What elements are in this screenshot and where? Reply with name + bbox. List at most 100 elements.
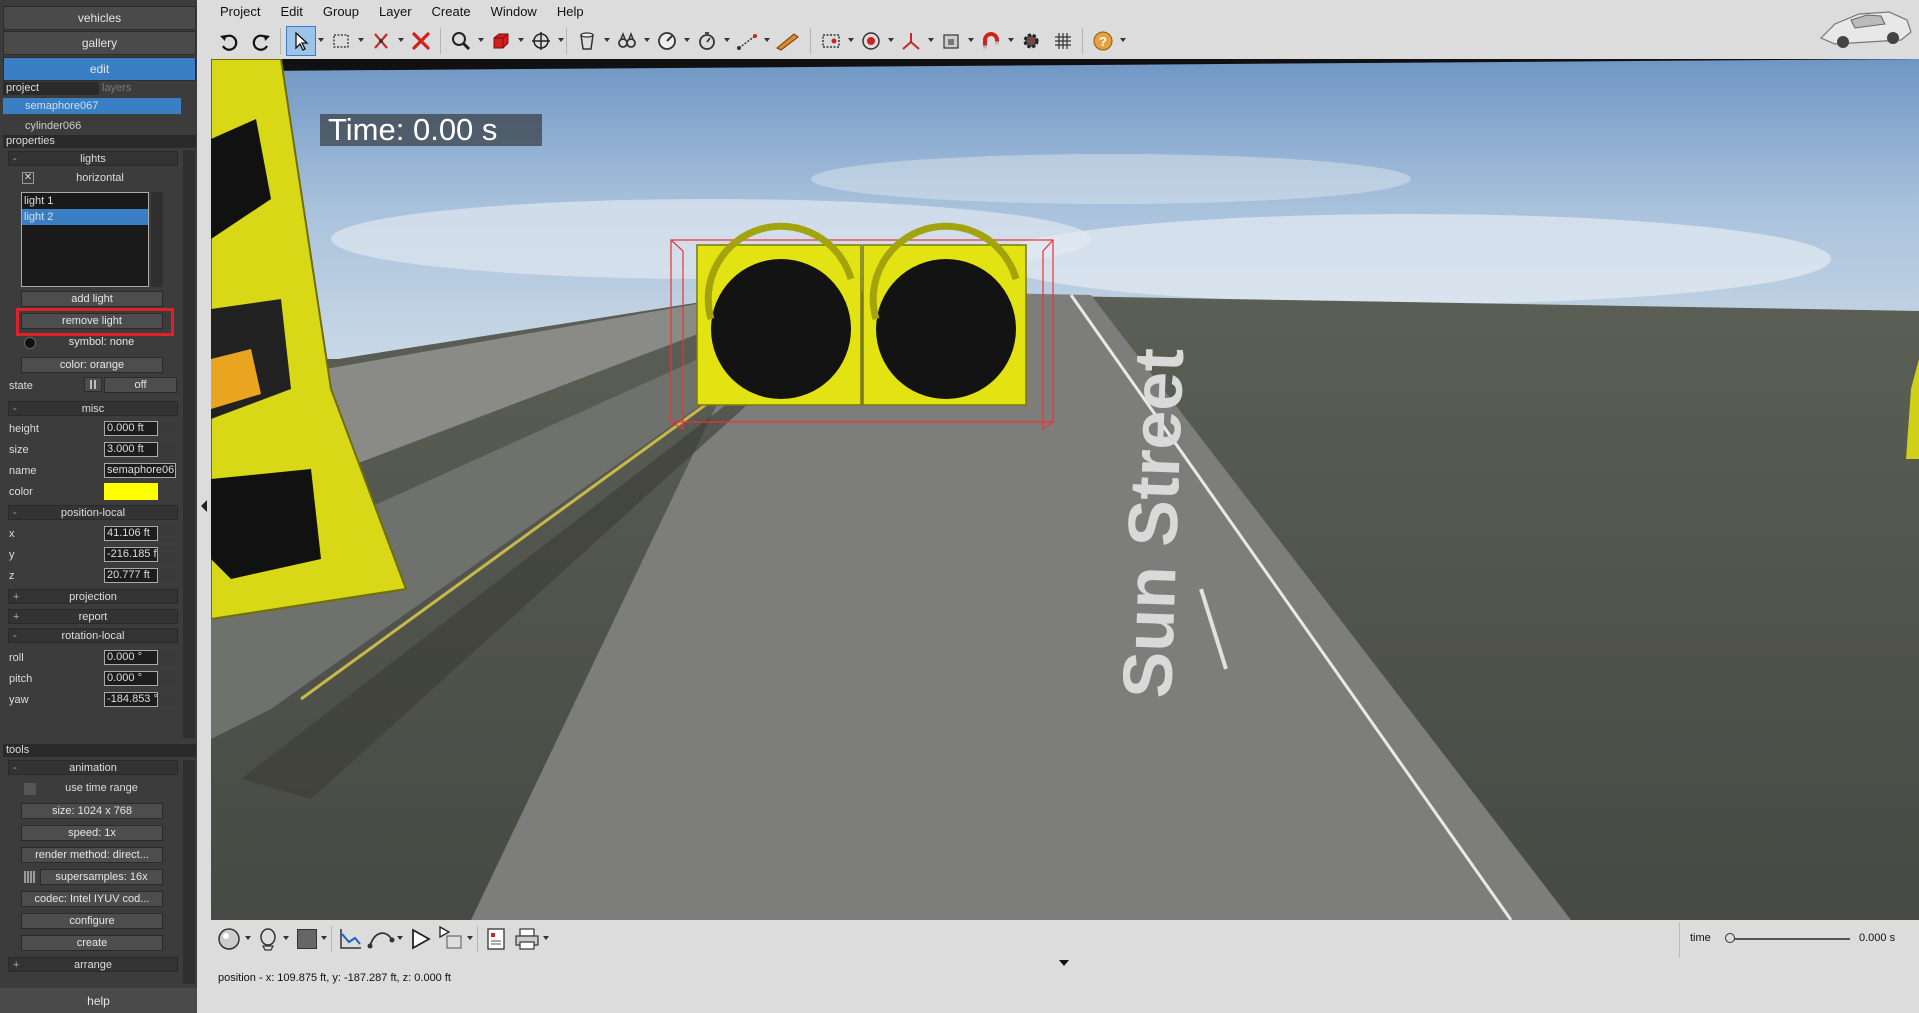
z-spinner[interactable]	[160, 568, 176, 583]
chevron-down-icon[interactable]	[518, 38, 524, 42]
chevron-down-icon[interactable]	[245, 936, 251, 940]
z-field[interactable]: 20.777 ft	[104, 568, 158, 583]
record-icon[interactable]	[437, 924, 465, 952]
menu-edit[interactable]: Edit	[270, 2, 312, 22]
height-spinner[interactable]	[160, 421, 176, 436]
time-slider-track[interactable]	[1730, 938, 1850, 940]
stopwatch-icon[interactable]	[692, 26, 722, 56]
symbol-button[interactable]: symbol: none	[40, 335, 163, 351]
y-spinner[interactable]	[160, 547, 176, 562]
target-icon[interactable]	[856, 26, 886, 56]
rotation-local-section[interactable]: - rotation-local	[8, 628, 178, 643]
chevron-down-icon[interactable]	[467, 936, 473, 940]
chevron-down-icon[interactable]	[283, 936, 289, 940]
list-item[interactable]: light 1	[22, 193, 148, 209]
expand-panel-icon[interactable]	[1059, 960, 1069, 966]
rectangle-select-icon[interactable]	[326, 26, 356, 56]
chevron-down-icon[interactable]	[764, 38, 770, 42]
codec-button[interactable]: codec: Intel IYUV cod...	[21, 891, 163, 907]
camera-icon[interactable]	[816, 26, 846, 56]
menu-create[interactable]: Create	[422, 2, 481, 22]
x-spinner[interactable]	[160, 526, 176, 541]
chevron-down-icon[interactable]	[478, 38, 484, 42]
tab-layers[interactable]: layers	[99, 82, 196, 95]
size-field[interactable]: 3.000 ft	[104, 442, 158, 457]
pencil-icon[interactable]	[772, 26, 802, 56]
state-value[interactable]: off	[104, 377, 177, 393]
chevron-down-icon[interactable]	[888, 38, 894, 42]
chevron-down-icon[interactable]	[968, 38, 974, 42]
move-icon[interactable]	[526, 26, 556, 56]
box-icon[interactable]	[486, 26, 516, 56]
chevron-down-icon[interactable]	[684, 38, 690, 42]
project-item-cylinder[interactable]: cylinder066	[3, 118, 181, 134]
menu-project[interactable]: Project	[210, 2, 270, 22]
menu-help[interactable]: Help	[547, 2, 594, 22]
use-time-range-checkbox[interactable]	[24, 783, 36, 795]
roll-spinner[interactable]	[160, 650, 176, 665]
chevron-down-icon[interactable]	[1120, 38, 1126, 42]
chevron-down-icon[interactable]	[318, 38, 324, 42]
symbol-radio[interactable]	[24, 337, 36, 349]
size-button[interactable]: size: 1024 x 768	[21, 803, 163, 819]
add-light-button[interactable]: add light	[21, 291, 163, 307]
chevron-down-icon[interactable]	[848, 38, 854, 42]
x-field[interactable]: 41.106 ft	[104, 526, 158, 541]
redo-icon[interactable]	[246, 26, 276, 56]
state-toggle[interactable]	[84, 377, 102, 392]
chevron-down-icon[interactable]	[928, 38, 934, 42]
head-icon[interactable]	[255, 926, 281, 952]
path-icon[interactable]	[367, 926, 395, 952]
lights-section[interactable]: - lights	[8, 151, 178, 166]
height-field[interactable]: 0.000 ft	[104, 421, 158, 436]
sphere-icon[interactable]	[217, 926, 243, 952]
gallery-button[interactable]: gallery	[3, 31, 196, 55]
tab-project[interactable]: project	[3, 82, 99, 95]
play-icon[interactable]	[407, 926, 433, 952]
binoculars-icon[interactable]	[612, 26, 642, 56]
chevron-down-icon[interactable]	[604, 38, 610, 42]
cut-icon[interactable]	[366, 26, 396, 56]
vehicles-button[interactable]: vehicles	[3, 6, 196, 30]
size-spinner[interactable]	[160, 442, 176, 457]
chevron-down-icon[interactable]	[543, 936, 549, 940]
list-item[interactable]: light 2	[22, 209, 148, 225]
menu-window[interactable]: Window	[481, 2, 547, 22]
collapse-panel-icon[interactable]	[201, 500, 207, 512]
delete-icon[interactable]	[406, 26, 436, 56]
chevron-down-icon[interactable]	[397, 936, 403, 940]
magnet-icon[interactable]	[976, 26, 1006, 56]
gauge-icon[interactable]	[652, 26, 682, 56]
chevron-down-icon[interactable]	[644, 38, 650, 42]
scene-viewport[interactable]: Sun Street	[211, 59, 1919, 920]
gear-icon[interactable]	[1016, 26, 1046, 56]
projection-section[interactable]: + projection	[8, 589, 178, 604]
speed-button[interactable]: speed: 1x	[21, 825, 163, 841]
chevron-down-icon[interactable]	[1008, 38, 1014, 42]
time-slider-handle[interactable]	[1725, 933, 1735, 943]
chevron-down-icon[interactable]	[558, 38, 564, 42]
misc-section[interactable]: - misc	[8, 401, 178, 416]
report-icon[interactable]	[483, 926, 509, 952]
bucket-icon[interactable]	[572, 26, 602, 56]
grid-icon[interactable]	[1048, 26, 1078, 56]
animation-section[interactable]: - animation	[8, 760, 178, 775]
report-section[interactable]: + report	[8, 609, 178, 624]
lock-icon[interactable]	[936, 26, 966, 56]
properties-scrollbar[interactable]	[183, 150, 195, 738]
pitch-spinner[interactable]	[160, 671, 176, 686]
zoom-icon[interactable]	[446, 26, 476, 56]
position-local-section[interactable]: - position-local	[8, 505, 178, 520]
chevron-down-icon[interactable]	[321, 936, 327, 940]
print-icon[interactable]	[513, 926, 541, 952]
color-swatch[interactable]	[104, 483, 158, 500]
supersamples-button[interactable]: supersamples: 16x	[40, 869, 163, 885]
render-method-button[interactable]: render method: direct...	[21, 847, 163, 863]
yaw-field[interactable]: -184.853 °	[104, 692, 158, 707]
yaw-spinner[interactable]	[160, 692, 176, 707]
name-field[interactable]: semaphore067	[104, 463, 176, 478]
help-icon[interactable]: ?	[1088, 26, 1118, 56]
configure-button[interactable]: configure	[21, 913, 163, 929]
chevron-down-icon[interactable]	[358, 38, 364, 42]
menu-group[interactable]: Group	[313, 2, 369, 22]
